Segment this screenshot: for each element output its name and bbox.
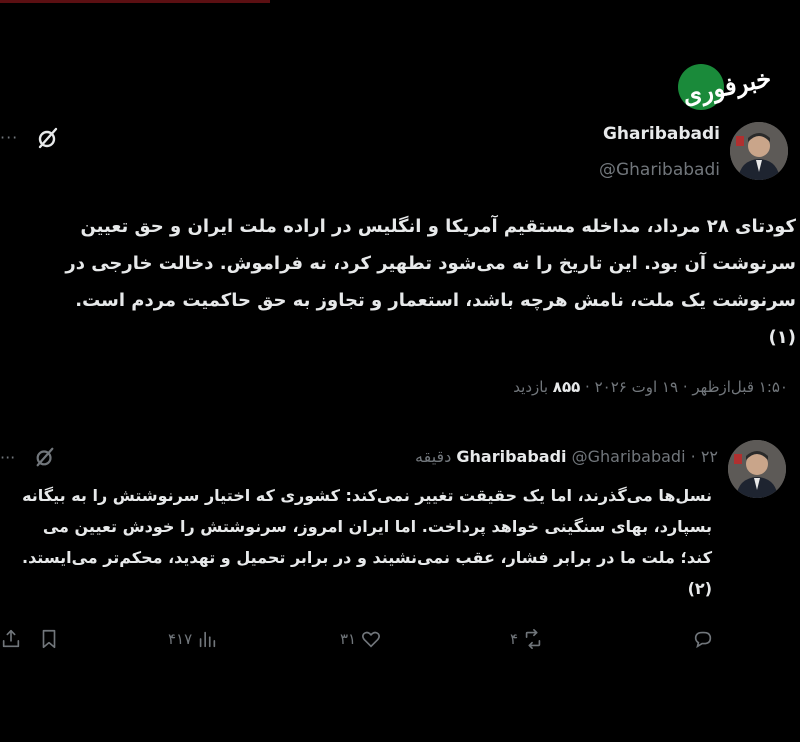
- views-count: ۴۱۷: [168, 630, 193, 648]
- tweet-date[interactable]: ۱۹ اوت ۲۰۲۶: [595, 378, 678, 396]
- tweet-text: نسل‌ها می‌گذرند، اما یک حقیقت تغییر نمی‌…: [21, 486, 712, 598]
- tweet-time[interactable]: ۱:۵۰ قبل‌ازظهر: [692, 378, 788, 396]
- repost-button[interactable]: ۴: [510, 626, 544, 652]
- repost-count: ۴: [510, 630, 519, 648]
- avatar[interactable]: [728, 440, 786, 498]
- grok-icon[interactable]: [36, 126, 60, 150]
- more-icon[interactable]: ···: [0, 448, 15, 467]
- reply-icon: [694, 631, 712, 649]
- views-count: ۸۵۵: [552, 378, 581, 396]
- author-name[interactable]: Gharibabadi: [456, 447, 566, 466]
- author-handle[interactable]: @Gharibabadi: [572, 447, 686, 466]
- bookmark-button[interactable]: [38, 626, 60, 652]
- bookmark-icon: [42, 629, 56, 649]
- share-button[interactable]: [0, 626, 22, 652]
- author-handle[interactable]: @Gharibabadi: [599, 160, 720, 180]
- like-button[interactable]: ۳۱: [340, 626, 382, 652]
- repost-icon: [525, 629, 541, 649]
- reply-header: Gharibabadi @Gharibabadi · ۲۲ دقیقه: [415, 447, 718, 466]
- separator: ·: [682, 378, 688, 396]
- reply-button[interactable]: [692, 626, 714, 652]
- views-icon: [199, 631, 216, 648]
- tweet-meta: ۱:۵۰ قبل‌ازظهر · ۱۹ اوت ۲۰۲۶ · ۸۵۵ بازدی…: [513, 378, 788, 396]
- watermark-logo: خبرفوری: [678, 63, 774, 112]
- more-icon[interactable]: ···: [0, 128, 18, 147]
- tweet-text: کودتای ۲۸ مرداد، مداخله مستقیم آمریکا و …: [65, 216, 796, 348]
- like-icon: [362, 631, 381, 648]
- views-label: بازدید: [513, 378, 549, 396]
- avatar[interactable]: [730, 122, 788, 180]
- grok-icon[interactable]: [34, 446, 56, 468]
- separator: ·: [585, 378, 590, 396]
- like-count: ۳۱: [340, 630, 357, 648]
- author-name[interactable]: Gharibabadi: [603, 124, 720, 144]
- views-button[interactable]: ۴۱۷: [168, 626, 218, 652]
- top-divider: [0, 0, 270, 3]
- share-icon: [2, 629, 20, 648]
- separator: ·: [690, 447, 696, 466]
